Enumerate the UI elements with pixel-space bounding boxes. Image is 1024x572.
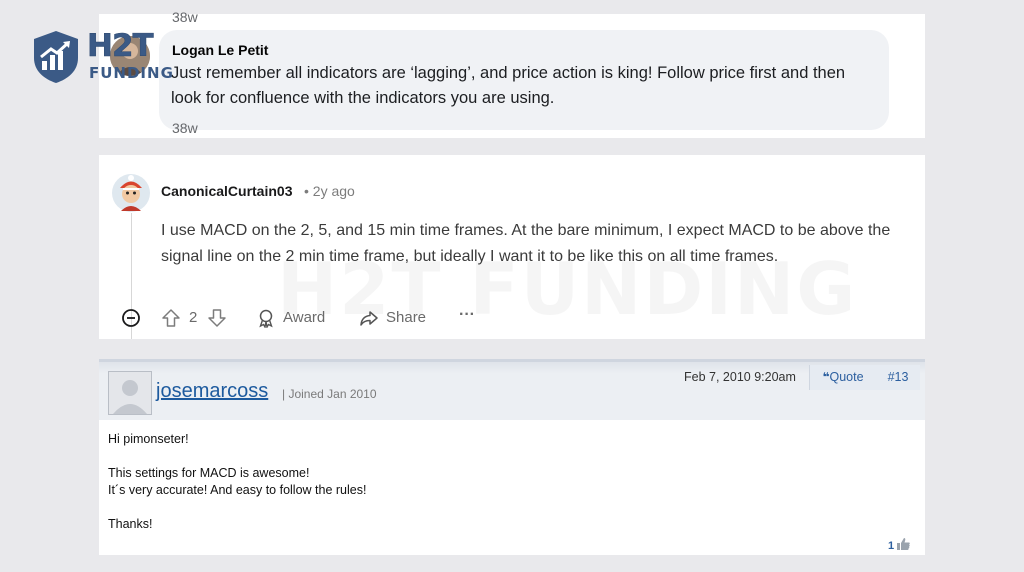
reddit-comment-panel: H2T FUNDING CanonicalCurtain03 • 2y ago … bbox=[99, 155, 925, 339]
meta-separator: • bbox=[304, 183, 309, 199]
post-line: It´s very accurate! And easy to follow t… bbox=[108, 483, 367, 497]
comment-timestamp[interactable]: 38w bbox=[172, 120, 198, 136]
logo-wordmark: H2T bbox=[87, 28, 154, 65]
vote-count: 2 bbox=[189, 309, 198, 326]
thumbs-up-icon bbox=[897, 538, 910, 550]
comment-meta: • 2y ago bbox=[304, 183, 355, 199]
shield-chart-icon bbox=[34, 31, 78, 83]
post-username[interactable]: josemarcoss bbox=[156, 380, 268, 403]
comment-actions: 2 Award Share ··· bbox=[121, 306, 621, 334]
upvote-icon[interactable] bbox=[161, 308, 181, 332]
post-line: Thanks! bbox=[108, 517, 153, 531]
collapse-icon[interactable] bbox=[121, 308, 141, 332]
more-icon[interactable]: ··· bbox=[459, 306, 475, 324]
avatar[interactable] bbox=[108, 371, 152, 415]
avatar[interactable] bbox=[111, 173, 151, 213]
post-header: josemarcoss | Joined Jan 2010 Feb 7, 201… bbox=[99, 359, 925, 420]
comment-age[interactable]: 2y ago bbox=[313, 183, 355, 199]
comment-body: I use MACD on the 2, 5, and 15 min time … bbox=[161, 222, 891, 265]
post-number-link[interactable]: #13 bbox=[876, 365, 920, 390]
previous-comment-timestamp: 38w bbox=[172, 9, 198, 25]
quote-label: Quote bbox=[829, 370, 864, 384]
logo-subtitle: FUNDING bbox=[89, 64, 174, 82]
post-line: Hi pimonseter! bbox=[108, 432, 189, 446]
comment-text: Just remember all indicators are ‘laggin… bbox=[171, 64, 846, 107]
like-count: 1 bbox=[888, 540, 895, 552]
forum-post-panel: josemarcoss | Joined Jan 2010 Feb 7, 201… bbox=[99, 359, 925, 555]
brand-logo: H2T FUNDING bbox=[32, 28, 192, 86]
award-button[interactable]: Award bbox=[283, 309, 325, 326]
like-counter[interactable]: 1 bbox=[888, 538, 910, 552]
share-icon[interactable] bbox=[359, 308, 379, 332]
comment-bubble: Logan Le Petit Just remember all indicat… bbox=[159, 30, 889, 130]
comment-username[interactable]: CanonicalCurtain03 bbox=[161, 183, 292, 199]
post-date: Feb 7, 2010 9:20am bbox=[684, 370, 796, 384]
award-icon[interactable] bbox=[256, 308, 276, 332]
quote-button[interactable]: ❝Quote bbox=[809, 365, 877, 390]
facebook-comment-panel: 38w Logan Le Petit Just remember all ind… bbox=[99, 9, 925, 138]
post-line: This settings for MACD is awesome! bbox=[108, 466, 310, 480]
downvote-icon[interactable] bbox=[207, 308, 227, 332]
post-content: Hi pimonseter! This settings for MACD is… bbox=[108, 431, 366, 533]
share-button[interactable]: Share bbox=[386, 309, 426, 326]
joined-date: | Joined Jan 2010 bbox=[282, 387, 377, 401]
